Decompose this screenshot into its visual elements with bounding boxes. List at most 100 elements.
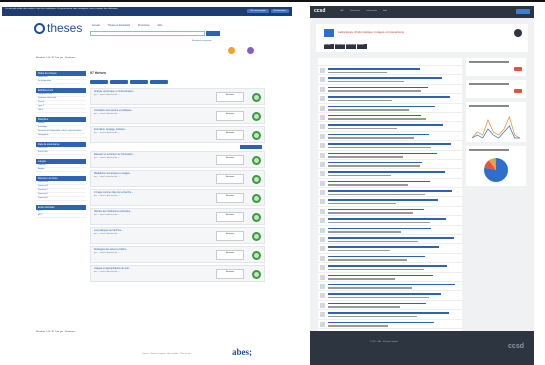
open-access-icon[interactable] — [252, 131, 261, 140]
publication-row[interactable] — [318, 141, 462, 151]
publication-title[interactable] — [328, 143, 452, 145]
publication-row[interactable] — [318, 291, 462, 301]
facet-item[interactable]: En préparation — [36, 80, 86, 84]
thesis-title[interactable]: Circulation des savoirs et pratiques... — [94, 109, 204, 112]
search-input[interactable] — [90, 31, 205, 36]
publication-row[interactable] — [318, 197, 462, 207]
publication-title[interactable] — [328, 265, 448, 267]
nav-documents[interactable]: Documents — [350, 10, 360, 12]
publication-title[interactable] — [328, 133, 429, 136]
thesis-title[interactable]: L'image comme objet de recherche... — [94, 191, 204, 194]
publication-title[interactable] — [328, 77, 442, 79]
publication-row[interactable] — [318, 244, 462, 254]
publication-title[interactable] — [328, 283, 456, 286]
publication-title[interactable] — [328, 321, 435, 324]
publication-row[interactable] — [318, 188, 462, 198]
open-access-icon[interactable] — [252, 270, 261, 279]
thesis-card[interactable]: L'image comme objet de recherche... par —… — [90, 189, 265, 206]
tab-accueil[interactable]: Accueil — [324, 44, 334, 49]
open-access-icon[interactable] — [252, 194, 261, 203]
ccsd-logo[interactable]: ccsd — [314, 8, 325, 14]
publication-row[interactable] — [318, 75, 462, 85]
publication-row[interactable] — [318, 301, 462, 311]
publication-row[interactable] — [318, 273, 462, 282]
publication-row[interactable] — [318, 85, 462, 95]
publication-row[interactable] — [318, 310, 462, 320]
thesis-title[interactable]: Histoire des institutions culturelles... — [94, 210, 204, 213]
publication-row[interactable] — [318, 132, 462, 142]
open-access-icon[interactable] — [252, 213, 261, 222]
open-access-icon[interactable] — [252, 251, 261, 260]
publication-row[interactable] — [318, 235, 462, 245]
filter-chip[interactable] — [150, 80, 168, 84]
thesis-card[interactable]: Usages et appropriations du web... par — … — [90, 265, 265, 282]
rss-icon[interactable] — [247, 47, 254, 54]
thesis-title[interactable]: Réseaux et territoires de l'innovation..… — [94, 153, 204, 156]
publication-title[interactable] — [328, 96, 450, 98]
open-access-icon[interactable] — [252, 112, 261, 121]
publication-title[interactable] — [328, 208, 424, 211]
facet-item[interactable]: Lille 3 — [36, 109, 86, 113]
publication-title[interactable] — [328, 86, 428, 89]
open-access-icon[interactable] — [252, 156, 261, 165]
tab-contact[interactable]: Contact — [357, 44, 367, 49]
publication-title[interactable] — [328, 68, 420, 70]
thesis-card[interactable]: Circulation des savoirs et pratiques... p… — [90, 107, 265, 124]
publication-title[interactable] — [328, 105, 436, 108]
facet-item[interactable]: ED 2 — [36, 214, 86, 218]
tab-recherche[interactable]: Recherche — [346, 44, 356, 49]
tab-help[interactable]: Aide — [157, 24, 162, 27]
facet-item[interactable]: 2000-2009 — [36, 151, 86, 155]
publication-row[interactable] — [318, 216, 462, 226]
publication-title[interactable] — [328, 218, 446, 220]
publication-title[interactable] — [328, 293, 441, 295]
publication-row[interactable] — [318, 113, 462, 123]
publication-title[interactable] — [328, 199, 439, 201]
publication-title[interactable] — [328, 255, 425, 258]
publication-title[interactable] — [328, 180, 431, 183]
publication-row[interactable] — [318, 160, 462, 170]
publication-row[interactable] — [318, 179, 462, 189]
cookie-customize-button[interactable]: Personnaliser — [270, 9, 289, 13]
publication-row[interactable] — [318, 122, 462, 132]
alert-icon[interactable] — [228, 47, 235, 54]
thesis-card[interactable]: Histoire des institutions culturelles...… — [90, 208, 265, 225]
publication-title[interactable] — [328, 161, 423, 164]
tab-theses[interactable]: Thèses et doctorants — [108, 24, 130, 27]
publication-row[interactable] — [318, 94, 462, 104]
publication-row[interactable] — [318, 104, 462, 113]
open-access-icon[interactable] — [252, 93, 261, 102]
tab-publications[interactable]: Publications — [335, 44, 346, 49]
publication-row[interactable] — [318, 207, 462, 217]
publication-row[interactable] — [318, 254, 462, 264]
thesis-card[interactable]: Formation, langage, sociétés... par — sou… — [90, 126, 265, 143]
nav-help[interactable]: Aide — [383, 10, 387, 12]
tab-home[interactable]: Accueil — [92, 24, 100, 27]
search-button[interactable] — [206, 31, 220, 36]
publication-title[interactable] — [328, 152, 437, 155]
thesis-card[interactable]: Analyse dynamique et multi-échelles... pa… — [90, 88, 265, 105]
filter-chip[interactable] — [110, 80, 128, 84]
nav-labs[interactable]: Laboratoires — [366, 10, 377, 12]
publication-title[interactable] — [328, 246, 440, 248]
facet-item[interactable]: Directeur E — [36, 197, 86, 201]
filter-chip[interactable] — [90, 80, 108, 84]
facet-item[interactable]: Anglais — [36, 168, 86, 172]
publication-row[interactable] — [318, 169, 462, 179]
publication-row[interactable] — [318, 226, 462, 236]
publication-title[interactable] — [328, 227, 432, 230]
publication-title[interactable] — [328, 312, 449, 314]
thesis-title[interactable]: Stratégies des acteurs publics... — [94, 248, 204, 251]
publication-row[interactable] — [318, 263, 462, 273]
filter-chip[interactable] — [130, 80, 148, 84]
open-access-icon[interactable] — [252, 175, 261, 184]
publication-title[interactable] — [328, 302, 427, 305]
publication-title[interactable] — [328, 114, 421, 117]
tab-people[interactable]: Personnes — [138, 24, 149, 27]
publication-row[interactable] — [318, 151, 462, 160]
publication-title[interactable] — [328, 171, 445, 173]
thesis-card[interactable]: Stratégies des acteurs publics... par — s… — [90, 246, 265, 263]
publication-title[interactable] — [328, 124, 444, 126]
nav-hal[interactable]: HAL — [340, 10, 344, 12]
publication-row[interactable] — [318, 320, 462, 329]
